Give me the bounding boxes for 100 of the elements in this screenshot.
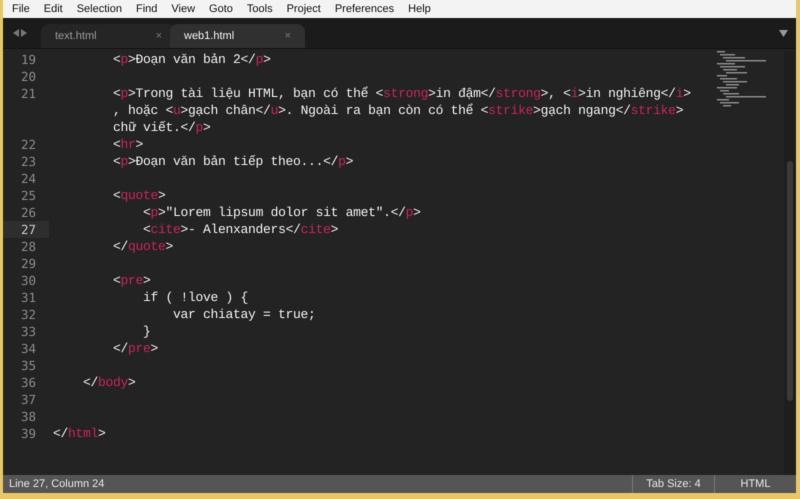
tag-name: body bbox=[98, 374, 128, 391]
code-text: chữ viết.</ bbox=[112, 119, 196, 136]
syntax-indicator[interactable]: HTML bbox=[714, 475, 796, 493]
tag-name: strike bbox=[630, 102, 676, 119]
line-number: 33 bbox=[20, 323, 36, 340]
code-text: < bbox=[112, 85, 121, 102]
tag-name: html bbox=[68, 425, 98, 442]
code-text: </ bbox=[112, 340, 128, 357]
tag-name: i bbox=[676, 85, 684, 102]
code-text: >gạch chân</ bbox=[180, 102, 271, 119]
code-text: < bbox=[112, 187, 121, 204]
menu-item[interactable]: Help bbox=[408, 0, 431, 18]
line-number: 20 bbox=[20, 68, 36, 85]
code-text: > bbox=[676, 102, 684, 119]
menu-item[interactable]: Tools bbox=[246, 0, 273, 18]
menu-item[interactable]: Goto bbox=[209, 0, 233, 18]
scrollbar-thumb[interactable] bbox=[787, 161, 793, 401]
tag-name: p bbox=[120, 85, 128, 102]
tag-name: cite bbox=[150, 221, 181, 238]
code-text: , hoặc < bbox=[112, 102, 174, 119]
line-number: 32 bbox=[20, 306, 36, 323]
tag-name: i bbox=[570, 85, 578, 102]
line-number: 28 bbox=[20, 238, 36, 255]
code-text: > bbox=[683, 85, 691, 102]
menu-item[interactable]: Preferences bbox=[334, 0, 394, 18]
code-text: > bbox=[166, 238, 174, 255]
code-text: < bbox=[112, 51, 121, 68]
tag-name: quote bbox=[120, 187, 158, 204]
code-text: } bbox=[142, 323, 151, 340]
dropdown-icon[interactable] bbox=[779, 30, 788, 37]
tag-name: p bbox=[196, 119, 204, 136]
tag-name: p bbox=[120, 153, 128, 170]
line-number: 23 bbox=[20, 153, 36, 170]
code-text: >, < bbox=[540, 85, 571, 102]
line-number: 36 bbox=[20, 374, 36, 391]
line-number: 35 bbox=[20, 357, 36, 374]
tag-name: cite bbox=[300, 221, 331, 238]
code-text: < bbox=[142, 221, 151, 238]
code-text: > bbox=[413, 204, 421, 221]
code-text: >Đoạn văn bản 2</ bbox=[128, 51, 256, 68]
cursor-position: Line 27, Column 24 bbox=[8, 476, 106, 492]
line-number: 24 bbox=[20, 170, 36, 187]
tab-label: text.html bbox=[55, 28, 97, 44]
left-arrow-icon[interactable] bbox=[13, 29, 19, 37]
tag-name: strong bbox=[383, 85, 428, 102]
line-number: 38 bbox=[20, 408, 36, 425]
code-text: < bbox=[112, 136, 121, 153]
code-text: >"Lorem lipsum dolor sit amet".</ bbox=[158, 204, 406, 221]
code-text: >Trong tài liệu HTML, bạn có thể < bbox=[128, 85, 384, 102]
tag-name: quote bbox=[128, 238, 166, 255]
line-number: 25 bbox=[20, 187, 36, 204]
menu-item[interactable]: File bbox=[12, 0, 30, 18]
code-text: if ( !love ) { bbox=[142, 289, 248, 306]
tag-name: strike bbox=[488, 102, 534, 119]
menu-item[interactable]: Project bbox=[286, 0, 321, 18]
tag-name: u bbox=[173, 102, 181, 119]
code-text: var chiatay = true; bbox=[172, 306, 316, 323]
tag-name: strong bbox=[496, 85, 541, 102]
line-number: 22 bbox=[20, 136, 36, 153]
line-number: 26 bbox=[20, 204, 36, 221]
line-number: 19 bbox=[20, 51, 36, 68]
code-text: > bbox=[203, 119, 211, 136]
code-text: </ bbox=[112, 238, 128, 255]
line-number: 30 bbox=[20, 272, 36, 289]
tag-name: p bbox=[406, 204, 414, 221]
code-text: > bbox=[143, 272, 151, 289]
line-number: 31 bbox=[20, 289, 36, 306]
code-text: >Đoạn văn bản tiếp theo...</ bbox=[128, 153, 338, 170]
menu-item[interactable]: View bbox=[171, 0, 196, 18]
tag-name: pre bbox=[128, 340, 151, 357]
line-number: 34 bbox=[20, 340, 36, 357]
tag-name: p bbox=[338, 153, 346, 170]
line-number: 39 bbox=[20, 425, 36, 442]
right-arrow-icon[interactable] bbox=[21, 29, 27, 37]
tab-label: web1.html bbox=[184, 28, 234, 44]
code-text: >in đậm</ bbox=[428, 85, 496, 102]
tag-name: u bbox=[270, 102, 278, 119]
code-text: > bbox=[136, 136, 144, 153]
code-text: > bbox=[263, 51, 271, 68]
code-text: </ bbox=[53, 425, 68, 442]
tab-size-indicator[interactable]: Tab Size: 4 bbox=[632, 475, 714, 493]
code-text: >. Ngoài ra bạn còn có thể < bbox=[278, 102, 488, 119]
tag-name: p bbox=[120, 51, 128, 68]
tag-name: pre bbox=[120, 272, 144, 289]
code-text: > bbox=[150, 340, 158, 357]
code-text: < bbox=[112, 153, 121, 170]
code-text: < bbox=[112, 272, 121, 289]
menu-item[interactable]: Find bbox=[136, 0, 158, 18]
code-text: > bbox=[98, 425, 106, 442]
code-text: > bbox=[330, 221, 338, 238]
code-text: >gạch ngang</ bbox=[533, 102, 631, 119]
tab[interactable]: web1.html × bbox=[170, 24, 305, 48]
menu-item[interactable]: Selection bbox=[76, 0, 122, 18]
code-text: < bbox=[142, 204, 151, 221]
tag-name: p bbox=[256, 51, 264, 68]
menu-item[interactable]: Edit bbox=[44, 0, 63, 18]
code-text: </ bbox=[82, 374, 98, 391]
code-text: >in nghiêng</ bbox=[578, 85, 676, 102]
line-number: 37 bbox=[20, 391, 36, 408]
line-number: 21 bbox=[20, 85, 36, 102]
